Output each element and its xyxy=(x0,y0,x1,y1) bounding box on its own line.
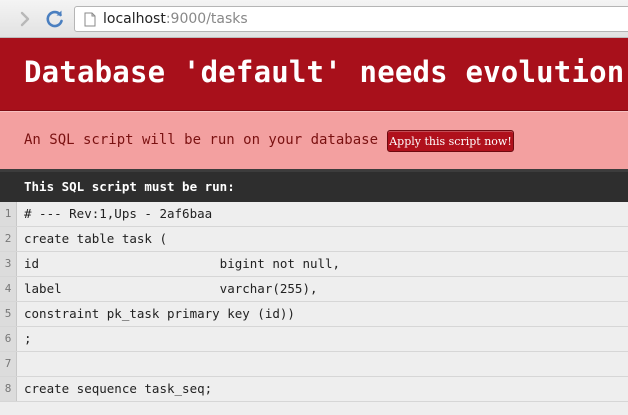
line-number: 7 xyxy=(0,352,17,376)
line-number: 6 xyxy=(0,327,17,351)
code-line: 5 constraint pk_task primary key (id)) xyxy=(0,302,628,327)
script-message: An SQL script will be run on your databa… xyxy=(24,132,395,148)
apply-script-button[interactable]: Apply this script now! xyxy=(387,130,514,152)
line-number: 5 xyxy=(0,302,17,326)
reload-icon xyxy=(46,10,63,28)
forward-button[interactable] xyxy=(14,8,36,30)
url-text: localhost:9000/tasks xyxy=(103,11,248,27)
line-code: constraint pk_task primary key (id)) xyxy=(24,306,295,321)
line-number: 2 xyxy=(0,227,17,251)
line-code: id bigint not null, xyxy=(24,256,341,271)
line-code: create sequence task_seq; xyxy=(24,381,213,396)
page-icon xyxy=(83,11,97,27)
address-bar[interactable]: localhost:9000/tasks xyxy=(74,6,628,32)
code-line: 3 id bigint not null, xyxy=(0,252,628,277)
script-header-label: This SQL script must be run: xyxy=(24,179,235,194)
line-number: 1 xyxy=(0,202,17,226)
sql-script: 1 # --- Rev:1,Ups - 2af6baa 2 create tab… xyxy=(0,202,628,415)
script-header: This SQL script must be run: xyxy=(0,169,628,202)
line-code: create table task ( xyxy=(24,231,167,246)
line-code: ; xyxy=(24,331,32,346)
chevron-right-icon xyxy=(20,11,30,27)
code-line: 2 create table task ( xyxy=(0,227,628,252)
line-code: # --- Rev:1,Ups - 2af6baa xyxy=(24,206,213,221)
code-line: 8 create sequence task_seq; xyxy=(0,377,628,402)
browser-toolbar: localhost:9000/tasks xyxy=(0,0,628,38)
error-banner: Database 'default' needs evolution! xyxy=(0,38,628,111)
code-line: 1 # --- Rev:1,Ups - 2af6baa xyxy=(0,202,628,227)
code-line: 7 xyxy=(0,352,628,377)
message-bar: An SQL script will be run on your databa… xyxy=(0,111,628,169)
line-number: 4 xyxy=(0,277,17,301)
line-number: 3 xyxy=(0,252,17,276)
reload-button[interactable] xyxy=(44,8,66,30)
url-host: localhost xyxy=(103,11,166,27)
page-title: Database 'default' needs evolution! xyxy=(24,55,628,89)
code-line: 4 label varchar(255), xyxy=(0,277,628,302)
line-number: 8 xyxy=(0,377,17,401)
line-code: label varchar(255), xyxy=(24,281,318,296)
code-line: 6 ; xyxy=(0,327,628,352)
url-path: :9000/tasks xyxy=(165,11,248,27)
